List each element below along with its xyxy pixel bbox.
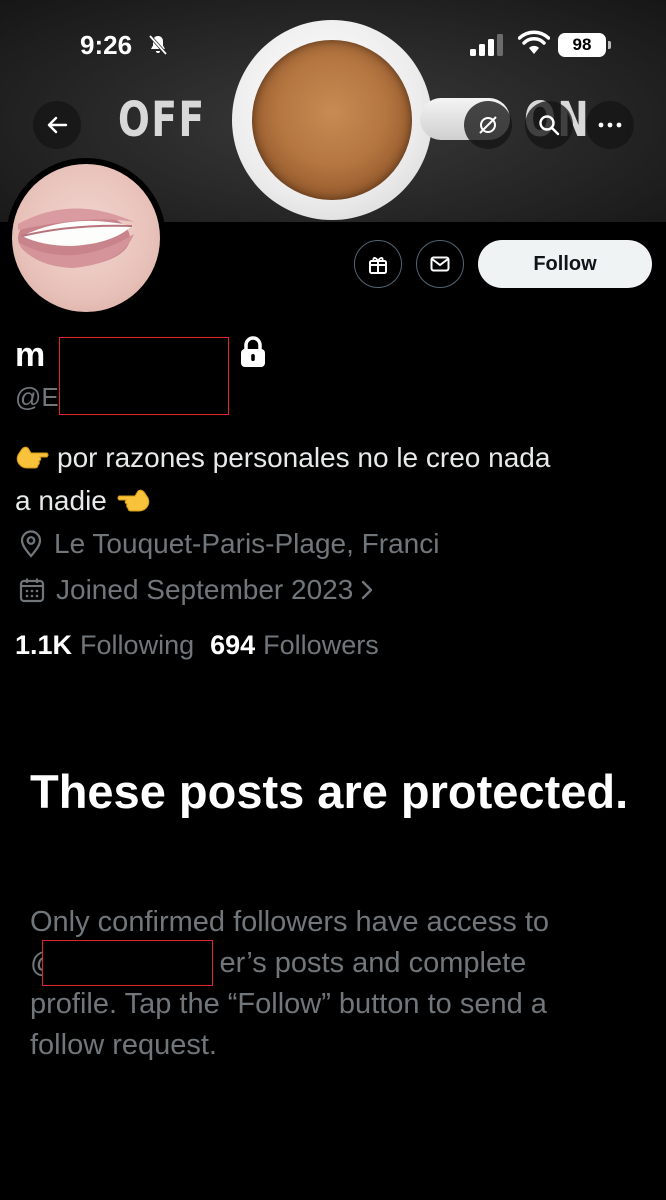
chevron-right-icon <box>362 580 373 600</box>
translate-icon <box>479 116 497 134</box>
mail-icon <box>430 256 450 272</box>
profile-location: Le Touquet-Paris-Plage, Franci <box>18 528 439 560</box>
gift-icon <box>369 257 387 274</box>
location-text: Le Touquet-Paris-Plage, Franci <box>54 528 440 559</box>
redaction-box <box>59 337 229 415</box>
profile-joined[interactable]: Joined September 2023 <box>18 574 385 606</box>
bio: por razones personales no le creo nada a… <box>15 436 655 522</box>
translate-button[interactable] <box>464 101 512 149</box>
back-button[interactable] <box>33 101 81 149</box>
following-link[interactable]: 1.1K Following <box>15 630 194 661</box>
joined-text: Joined September 2023 <box>56 574 354 605</box>
more-icon <box>598 122 622 128</box>
more-button[interactable] <box>586 101 634 149</box>
pointing-hand-emoji <box>117 489 149 512</box>
search-icon <box>539 115 560 136</box>
follow-button[interactable]: Follow <box>478 240 652 288</box>
protected-body-line-3: profile. Tap the “Follow” button to send… <box>30 988 547 1020</box>
bio-text-2: a nadie <box>15 485 107 516</box>
redaction-box <box>42 940 213 986</box>
tip-button[interactable] <box>354 240 402 288</box>
search-button[interactable] <box>525 101 573 149</box>
display-name: m <box>15 336 46 374</box>
status-bar: 9:26 98 <box>0 0 666 90</box>
following-count: 1.1K <box>15 630 73 660</box>
followers-label: Followers <box>263 630 379 660</box>
pointing-hand-emoji <box>16 446 49 469</box>
handle: @E <box>15 382 59 412</box>
protected-body-line-2-text: er’s posts and complete <box>219 947 527 979</box>
back-arrow-icon <box>47 116 68 134</box>
avatar[interactable] <box>6 158 166 318</box>
calendar-icon <box>19 578 45 603</box>
followers-count: 694 <box>210 630 256 660</box>
battery-indicator: 98 <box>558 33 611 57</box>
wifi-icon <box>518 30 550 54</box>
following-label: Following <box>80 630 195 660</box>
followers-link[interactable]: 694 Followers <box>210 630 379 661</box>
protected-body-line-4: follow request. <box>30 1029 217 1061</box>
lock-icon <box>241 336 265 367</box>
bell-slash-icon <box>148 34 168 56</box>
signal-icon <box>470 34 503 56</box>
avatar-image <box>12 164 160 312</box>
protected-body-line-1: Only confirmed followers have access to <box>30 906 549 938</box>
banner-off-text: OFF <box>118 92 206 148</box>
protected-title: These posts are protected. <box>30 765 629 818</box>
bio-line-1: por razones personales no le creo nada <box>15 436 655 479</box>
message-button[interactable] <box>416 240 464 288</box>
location-icon <box>20 530 42 558</box>
status-time: 9:26 <box>80 30 133 60</box>
bio-text-1: por razones personales no le creo nada <box>57 442 551 473</box>
follow-counts: 1.1K Following 694 Followers <box>15 630 387 661</box>
bio-line-2: a nadie <box>15 479 655 522</box>
